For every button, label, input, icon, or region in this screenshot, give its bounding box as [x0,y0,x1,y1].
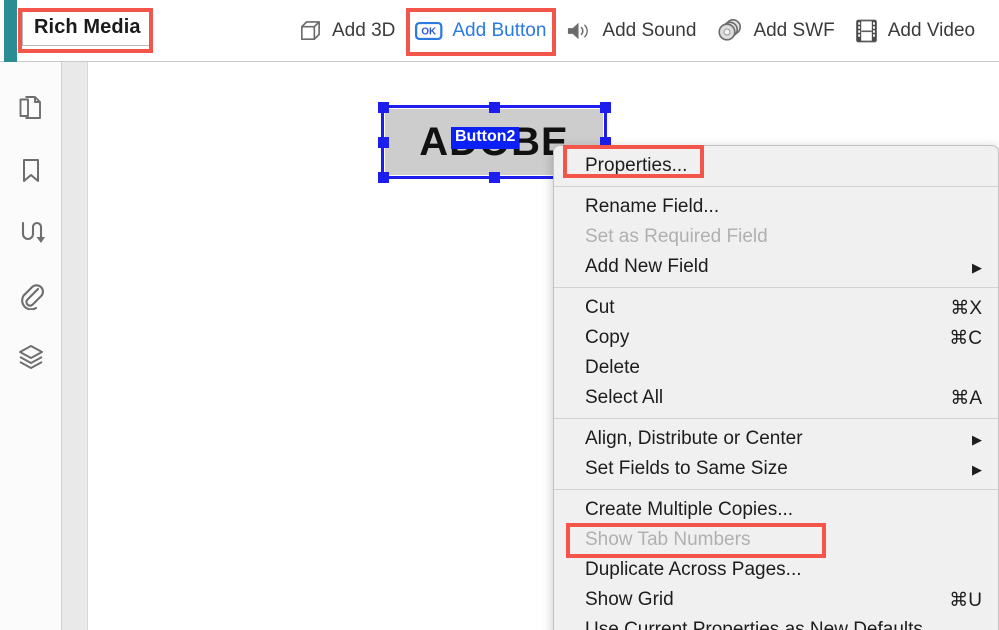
menu-item-label: Select All [585,387,664,408]
toolbar-item-add-video[interactable]: Add Video [845,12,985,50]
film-strip-icon [855,18,879,44]
menu-item-label: Align, Distribute or Center [585,428,803,449]
resize-handle-ne[interactable] [600,102,611,113]
resize-handle-sw[interactable] [378,172,389,183]
signature-arrow-icon [16,218,46,248]
resize-handle-nw[interactable] [378,102,389,113]
menu-item-shortcut: ⌘U [949,589,982,611]
ok-button-icon: OK [415,20,443,42]
menu-item-label: Copy [585,327,630,348]
toolbar-item-label: Add 3D [332,20,396,41]
app-root: Rich Media Add 3D OK Add Button Add Soun… [0,0,999,630]
sidebar-item-signatures[interactable] [0,202,62,264]
sidebar-item-layers[interactable] [0,326,62,388]
toolbar-item-add-button[interactable]: OK Add Button [405,14,556,48]
menu-item-label: Show Tab Numbers [585,529,751,550]
chevron-right-icon: ▶ [972,259,982,275]
toolbar-item-label: Add Video [887,20,976,41]
menu-item-align-distribute-or-center[interactable]: Align, Distribute or Center ▶ [554,424,998,454]
chevron-right-icon: ▶ [972,461,982,477]
left-sidebar [0,62,62,630]
menu-item-label: Create Multiple Copies... [585,499,794,520]
menu-item-label: Set as Required Field [585,226,768,247]
menu-item-show-tab-numbers: Show Tab Numbers [554,525,998,555]
menu-item-use-current-properties-as-new-defaults[interactable]: Use Current Properties as New Defaults [554,615,998,630]
sidebar-item-bookmarks[interactable] [0,140,62,202]
speaker-icon [566,19,593,43]
menu-item-delete[interactable]: Delete [554,353,998,383]
toolbar-title-wrap: Rich Media [22,10,153,46]
menu-separator [554,489,998,490]
menu-item-select-all[interactable]: Select All ⌘A [554,383,998,413]
page-gutter [62,62,88,630]
toolbar-item-add-swf[interactable]: Add SWF [706,12,844,50]
menu-item-show-grid[interactable]: Show Grid ⌘U [554,585,998,615]
toolbar-item-label: Add Sound [602,20,697,41]
menu-item-label: Add New Field [585,256,709,277]
menu-separator [554,418,998,419]
layers-icon [16,342,46,372]
bookmark-icon [16,156,46,186]
menu-item-label: Set Fields to Same Size [585,458,788,479]
sidebar-item-page-thumbnails[interactable] [0,78,62,140]
pages-icon [16,94,46,124]
menu-item-label: Delete [585,357,640,378]
resize-handle-w[interactable] [378,137,389,148]
rich-media-toolbar: Rich Media Add 3D OK Add Button Add Soun… [0,0,999,62]
toolbar-items: Add 3D OK Add Button Add Sound Add SWF A… [288,0,985,62]
menu-item-add-new-field[interactable]: Add New Field ▶ [554,252,998,282]
menu-item-set-as-required-field: Set as Required Field [554,222,998,252]
menu-item-label: Properties... [585,155,688,176]
menu-item-create-multiple-copies[interactable]: Create Multiple Copies... [554,495,998,525]
menu-item-label: Cut [585,297,615,318]
active-tool-accent-bar [4,0,17,62]
menu-item-label: Show Grid [585,589,674,610]
resize-handle-n[interactable] [489,102,500,113]
toolbar-item-label: Add SWF [753,20,835,41]
menu-item-set-fields-to-same-size[interactable]: Set Fields to Same Size ▶ [554,454,998,484]
menu-item-cut[interactable]: Cut ⌘X [554,293,998,323]
toolbar-item-label: Add Button [452,20,547,41]
menu-item-properties[interactable]: Properties... [554,151,998,181]
svg-text:OK: OK [422,27,437,38]
menu-separator [554,186,998,187]
menu-item-rename-field[interactable]: Rename Field... [554,192,998,222]
menu-item-label: Rename Field... [585,196,720,217]
menu-item-shortcut: ⌘C [949,327,982,349]
menu-item-label: Duplicate Across Pages... [585,559,802,580]
chevron-right-icon: ▶ [972,431,982,447]
menu-item-shortcut: ⌘A [950,387,982,409]
paperclip-icon [16,280,46,310]
toolbar-item-add-sound[interactable]: Add Sound [556,13,706,49]
cube-icon [298,19,323,44]
menu-item-shortcut: ⌘X [950,297,982,319]
menu-item-label: Use Current Properties as New Defaults [585,619,923,630]
sidebar-item-attachments[interactable] [0,264,62,326]
page-title: Rich Media [22,10,153,46]
resize-handle-s[interactable] [489,172,500,183]
menu-item-duplicate-across-pages[interactable]: Duplicate Across Pages... [554,555,998,585]
menu-separator [554,287,998,288]
toolbar-item-add-3d[interactable]: Add 3D [288,13,405,50]
menu-item-copy[interactable]: Copy ⌘C [554,323,998,353]
field-context-menu[interactable]: Properties... Rename Field... Set as Req… [553,145,999,630]
discs-icon [716,18,744,44]
